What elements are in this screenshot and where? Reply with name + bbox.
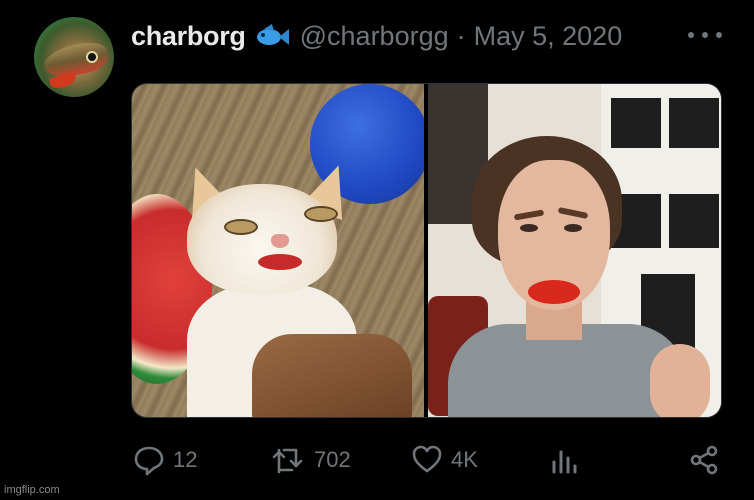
reply-button[interactable]: 12 bbox=[133, 444, 197, 476]
cat-photo[interactable] bbox=[132, 84, 424, 417]
more-dot bbox=[688, 32, 694, 38]
retweet-count: 702 bbox=[314, 447, 351, 472]
retweet-button[interactable]: 702 bbox=[270, 444, 351, 476]
like-count: 4K bbox=[451, 447, 478, 472]
views-button[interactable] bbox=[549, 444, 579, 476]
man-photo[interactable] bbox=[428, 84, 721, 417]
views-icon bbox=[549, 444, 579, 476]
man-eye-left bbox=[520, 224, 538, 232]
tweet-date[interactable]: May 5, 2020 bbox=[474, 21, 623, 52]
fish-emoji-icon bbox=[254, 21, 290, 51]
man-eye-right bbox=[564, 224, 582, 232]
foam-panel bbox=[669, 194, 719, 248]
reply-count: 12 bbox=[173, 447, 198, 472]
more-dot bbox=[702, 32, 708, 38]
like-icon bbox=[411, 444, 443, 476]
share-button[interactable] bbox=[688, 444, 720, 476]
foam-panel bbox=[611, 98, 661, 148]
watermark: imgflip.com bbox=[4, 484, 60, 496]
user-handle[interactable]: @charborgg bbox=[300, 21, 449, 52]
share-icon bbox=[688, 444, 720, 476]
retweet-icon bbox=[270, 444, 306, 476]
more-options-icon[interactable] bbox=[688, 24, 722, 46]
like-button[interactable]: 4K bbox=[411, 444, 478, 476]
foam-panel bbox=[669, 98, 719, 148]
cat-eye-right bbox=[304, 206, 338, 222]
man-arm bbox=[650, 344, 710, 417]
cat-head bbox=[187, 184, 337, 294]
more-dot bbox=[716, 32, 722, 38]
reply-icon bbox=[133, 444, 165, 476]
action-bar: 12 702 4K bbox=[0, 444, 754, 480]
tweet-media[interactable] bbox=[131, 83, 722, 418]
hand bbox=[252, 334, 412, 417]
avatar-fish-eye bbox=[86, 51, 98, 63]
man-lips bbox=[528, 280, 580, 304]
avatar[interactable] bbox=[34, 17, 114, 97]
cat-nose bbox=[271, 234, 289, 248]
avatar-fish-body bbox=[41, 38, 111, 82]
tweet-header: charborg @charborgg · May 5, 2020 bbox=[131, 18, 622, 54]
cat-lips bbox=[258, 254, 302, 270]
cat-eye-left bbox=[224, 219, 258, 235]
separator-dot: · bbox=[456, 20, 466, 51]
display-name[interactable]: charborg bbox=[131, 21, 246, 52]
